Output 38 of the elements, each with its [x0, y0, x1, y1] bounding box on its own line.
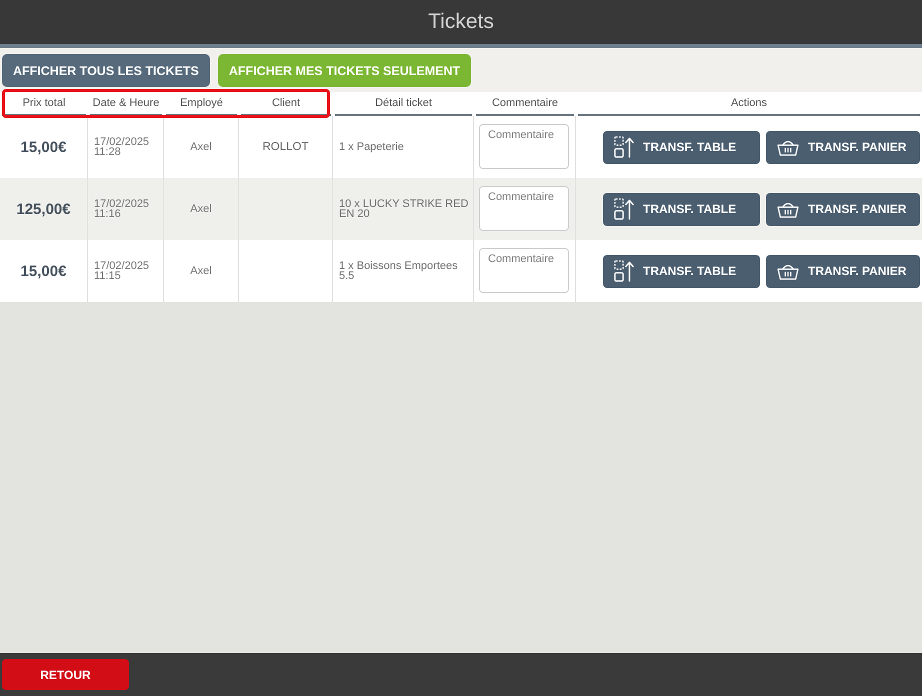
comment-field[interactable]: Commentaire	[479, 124, 569, 169]
employee-text: Axel	[190, 203, 212, 215]
employee-text: Axel	[190, 141, 212, 153]
basket-icon	[777, 200, 799, 218]
window-title: Tickets	[428, 10, 494, 34]
basket-icon	[777, 138, 799, 156]
price-text: 125,00€	[16, 200, 71, 218]
filter-button[interactable]: AFFICHER TOUS LES TICKETS	[2, 54, 210, 87]
employee-text: Axel	[190, 265, 212, 277]
transfer-basket-button[interactable]: TRANSF. PANIER	[766, 254, 920, 288]
comment-field[interactable]: Commentaire	[479, 248, 569, 293]
column-header: Client	[241, 92, 331, 116]
date-text: 17/02/2025	[94, 199, 150, 209]
column-header: Prix total	[2, 92, 86, 116]
ticket-detail-text: 10 x LUCKY STRIKE RED EN 20	[339, 199, 470, 219]
table-transfer-icon	[614, 198, 634, 220]
column-header: Date & Heure	[90, 92, 162, 116]
table-transfer-icon	[614, 136, 634, 158]
transfer-basket-button[interactable]: TRANSF. PANIER	[766, 192, 920, 226]
column-header: Employé	[166, 92, 237, 116]
time-text: 11:16	[94, 209, 121, 219]
comment-field[interactable]: Commentaire	[479, 186, 569, 231]
price-text: 15,00€	[20, 138, 66, 156]
back-button[interactable]: RETOUR	[2, 659, 129, 690]
time-text: 11:28	[94, 147, 121, 157]
price-text: 15,00€	[20, 262, 66, 280]
ticket-detail-text: 1 x Boissons Emportees 5.5	[339, 261, 459, 281]
date-text: 17/02/2025	[94, 261, 150, 271]
transfer-table-button[interactable]: TRANSF. TABLE	[603, 192, 760, 226]
transfer-basket-button[interactable]: TRANSF. PANIER	[766, 130, 920, 164]
table-transfer-icon	[614, 260, 634, 282]
time-text: 11:15	[94, 271, 121, 281]
ticket-detail-text: 1 x Papeterie	[339, 142, 404, 152]
basket-icon	[777, 262, 799, 280]
transfer-table-button[interactable]: TRANSF. TABLE	[603, 130, 760, 164]
date-text: 17/02/2025	[94, 137, 150, 147]
transfer-table-button[interactable]: TRANSF. TABLE	[603, 254, 760, 288]
client-text: ROLLOT	[262, 141, 308, 153]
